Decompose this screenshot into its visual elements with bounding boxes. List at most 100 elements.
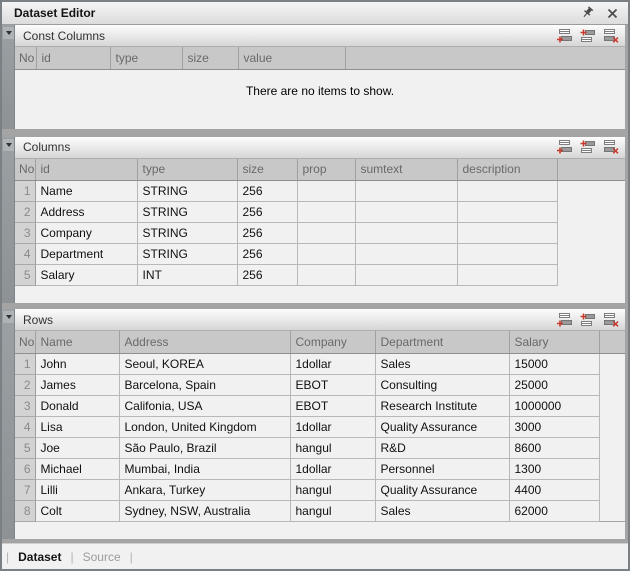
cell-prop[interactable] — [297, 223, 355, 244]
cell-prop[interactable] — [297, 181, 355, 202]
column-header-address[interactable]: Address — [119, 331, 290, 353]
column-header-type[interactable]: type — [110, 47, 182, 69]
cell-company[interactable]: hangul — [290, 500, 375, 521]
delete-row-icon[interactable] — [601, 139, 620, 156]
cell-description[interactable] — [457, 223, 557, 244]
cell-department[interactable]: Research Institute — [375, 395, 509, 416]
cell-salary[interactable]: 1000000 — [509, 395, 599, 416]
cell-description[interactable] — [457, 244, 557, 265]
cell-salary[interactable]: 25000 — [509, 374, 599, 395]
delete-row-icon[interactable] — [601, 311, 620, 328]
close-icon[interactable] — [605, 6, 620, 21]
row-number[interactable]: 2 — [15, 202, 35, 223]
cell-sumtext[interactable] — [355, 265, 457, 286]
cell-name[interactable]: Colt — [35, 500, 119, 521]
column-header-type[interactable]: type — [137, 159, 237, 181]
column-header-company[interactable]: Company — [290, 331, 375, 353]
cell-type[interactable]: STRING — [137, 244, 237, 265]
cell-size[interactable]: 256 — [237, 265, 297, 286]
cell-company[interactable]: EBOT — [290, 374, 375, 395]
column-header-no[interactable]: No — [15, 47, 36, 69]
column-header-size[interactable]: size — [237, 159, 297, 181]
cell-type[interactable]: STRING — [137, 181, 237, 202]
tab-source[interactable]: Source — [83, 550, 121, 564]
row-number[interactable]: 1 — [15, 181, 35, 202]
cell-size[interactable]: 256 — [237, 223, 297, 244]
cell-description[interactable] — [457, 181, 557, 202]
column-header-department[interactable]: Department — [375, 331, 509, 353]
column-header-no[interactable]: No — [15, 331, 35, 353]
cell-salary[interactable]: 62000 — [509, 500, 599, 521]
cell-salary[interactable]: 4400 — [509, 479, 599, 500]
cell-department[interactable]: Quality Assurance — [375, 416, 509, 437]
pushpin-icon[interactable] — [580, 6, 595, 21]
cell-type[interactable]: INT — [137, 265, 237, 286]
cell-address[interactable]: Sydney, NSW, Australia — [119, 500, 290, 521]
add-row-icon[interactable] — [555, 27, 574, 44]
cell-id[interactable]: Salary — [35, 265, 137, 286]
row-number[interactable]: 5 — [15, 265, 35, 286]
cell-department[interactable]: Sales — [375, 353, 509, 374]
cell-address[interactable]: London, United Kingdom — [119, 416, 290, 437]
rows-section-header[interactable]: Rows — [15, 309, 625, 331]
cell-description[interactable] — [457, 202, 557, 223]
cell-salary[interactable]: 1300 — [509, 458, 599, 479]
cell-size[interactable]: 256 — [237, 202, 297, 223]
cell-id[interactable]: Name — [35, 181, 137, 202]
column-header-value[interactable]: value — [238, 47, 345, 69]
cell-company[interactable]: 1dollar — [290, 353, 375, 374]
column-header-id[interactable]: id — [36, 47, 110, 69]
column-header-no[interactable]: No — [15, 159, 35, 181]
const-columns-section-header[interactable]: Const Columns — [15, 25, 625, 47]
insert-row-icon[interactable] — [578, 139, 597, 156]
add-row-icon[interactable] — [555, 311, 574, 328]
row-number[interactable]: 5 — [15, 437, 35, 458]
cell-address[interactable]: Ankara, Turkey — [119, 479, 290, 500]
insert-row-icon[interactable] — [578, 27, 597, 44]
cell-department[interactable]: Consulting — [375, 374, 509, 395]
row-number[interactable]: 4 — [15, 244, 35, 265]
cell-company[interactable]: hangul — [290, 479, 375, 500]
cell-sumtext[interactable] — [355, 181, 457, 202]
columns-section-header[interactable]: Columns — [15, 137, 625, 159]
row-number[interactable]: 1 — [15, 353, 35, 374]
cell-department[interactable]: Sales — [375, 500, 509, 521]
cell-prop[interactable] — [297, 244, 355, 265]
cell-sumtext[interactable] — [355, 202, 457, 223]
cell-address[interactable]: Califonia, USA — [119, 395, 290, 416]
cell-salary[interactable]: 3000 — [509, 416, 599, 437]
add-row-icon[interactable] — [555, 139, 574, 156]
cell-prop[interactable] — [297, 265, 355, 286]
column-header-name[interactable]: Name — [35, 331, 119, 353]
cell-company[interactable]: EBOT — [290, 395, 375, 416]
cell-type[interactable]: STRING — [137, 202, 237, 223]
cell-name[interactable]: Lisa — [35, 416, 119, 437]
cell-name[interactable]: Lilli — [35, 479, 119, 500]
cell-address[interactable]: Seoul, KOREA — [119, 353, 290, 374]
column-header-prop[interactable]: prop — [297, 159, 355, 181]
cell-name[interactable]: John — [35, 353, 119, 374]
cell-company[interactable]: 1dollar — [290, 458, 375, 479]
cell-address[interactable]: Mumbai, India — [119, 458, 290, 479]
cell-name[interactable]: Donald — [35, 395, 119, 416]
cell-salary[interactable]: 8600 — [509, 437, 599, 458]
cell-size[interactable]: 256 — [237, 244, 297, 265]
cell-description[interactable] — [457, 265, 557, 286]
cell-department[interactable]: R&D — [375, 437, 509, 458]
cell-sumtext[interactable] — [355, 244, 457, 265]
cell-prop[interactable] — [297, 202, 355, 223]
column-header-salary[interactable]: Salary — [509, 331, 599, 353]
column-header-description[interactable]: description — [457, 159, 557, 181]
cell-name[interactable]: Michael — [35, 458, 119, 479]
row-number[interactable]: 8 — [15, 500, 35, 521]
row-number[interactable]: 7 — [15, 479, 35, 500]
cell-id[interactable]: Department — [35, 244, 137, 265]
delete-row-icon[interactable] — [601, 27, 620, 44]
cell-salary[interactable]: 15000 — [509, 353, 599, 374]
cell-size[interactable]: 256 — [237, 181, 297, 202]
row-number[interactable]: 4 — [15, 416, 35, 437]
cell-department[interactable]: Personnel — [375, 458, 509, 479]
cell-address[interactable]: São Paulo, Brazil — [119, 437, 290, 458]
cell-company[interactable]: hangul — [290, 437, 375, 458]
column-header-sumtext[interactable]: sumtext — [355, 159, 457, 181]
